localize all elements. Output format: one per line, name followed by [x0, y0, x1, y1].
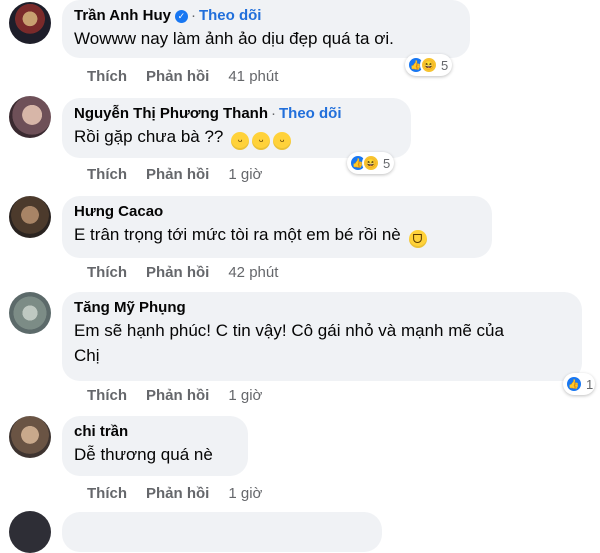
comment-text-line-1: Em sẽ hạnh phúc! C tin vậy! Cô gái nhỏ v…: [74, 321, 504, 340]
comment-actions: Thích Phản hồi 1 giờ: [87, 166, 262, 184]
grinning-face-emoji: ᵕ: [273, 132, 292, 150]
reply-button[interactable]: Phản hồi: [146, 166, 209, 183]
verified-badge-icon: ✓: [174, 10, 188, 23]
comment-actions: Thích Phản hồi 1 giờ: [87, 485, 262, 503]
reply-button[interactable]: Phản hồi: [146, 68, 209, 85]
commenter-name[interactable]: Trần Anh Huy: [74, 7, 171, 24]
like-button[interactable]: Thích: [87, 68, 127, 85]
comment-text: Dễ thương quá nè: [74, 445, 213, 464]
reaction-summary[interactable]: 👍 😆 5: [347, 152, 395, 174]
follow-button[interactable]: Theo dõi: [279, 105, 342, 122]
comment-bubble: [62, 512, 382, 552]
haha-reaction-icon: 😆: [420, 56, 438, 74]
comment-bubble: Trần Anh Huy ✓ · Theo dõi Wowww nay làm ảnh…: [62, 0, 470, 58]
comment-text: Wowww nay làm ảnh ảo dịu đẹp quá ta ơi.: [74, 29, 394, 48]
timestamp[interactable]: 1 giờ: [228, 485, 262, 502]
grinning-face-emoji: ᵕ: [252, 132, 271, 150]
reaction-count: 5: [441, 57, 449, 73]
timestamp[interactable]: 1 giờ: [228, 166, 262, 183]
comment-bubble: Hưng Cacao E trân trọng tới mức tòi ra m…: [62, 196, 492, 258]
like-button[interactable]: Thích: [87, 485, 127, 502]
comment-text: E trân trọng tới mức tòi ra một em bé rồ…: [74, 222, 480, 248]
reply-button[interactable]: Phản hồi: [146, 387, 209, 404]
reply-button[interactable]: Phản hồi: [146, 485, 209, 502]
laughing-face-emoji: ᗜ: [408, 230, 427, 248]
avatar[interactable]: [9, 416, 51, 458]
grinning-face-emoji: ᵕ: [231, 132, 250, 150]
commenter-name[interactable]: chi trần: [74, 423, 128, 440]
comment-text-line-2: Chị: [74, 346, 100, 365]
timestamp[interactable]: 42 phút: [228, 264, 278, 281]
commenter-name[interactable]: Nguyễn Thị Phương Thanh: [74, 105, 268, 122]
commenter-name[interactable]: Hưng Cacao: [74, 203, 163, 220]
comment-bubble: chi trần Dễ thương quá nè: [62, 416, 248, 476]
comment-actions: Thích Phản hồi 42 phút: [87, 264, 278, 282]
comment-text: Rồi gặp chưa bà ?? ᵕᵕᵕ: [74, 124, 399, 150]
comment-actions: Thích Phản hồi 1 giờ: [87, 387, 262, 405]
follow-button[interactable]: Theo dõi: [199, 7, 262, 24]
reply-button[interactable]: Phản hồi: [146, 264, 209, 281]
like-reaction-icon: 👍: [565, 375, 583, 393]
avatar[interactable]: [9, 292, 51, 334]
avatar[interactable]: [9, 196, 51, 238]
comment-bubble: Tăng Mỹ Phụng Em sẽ hạnh phúc! C tin vậy…: [62, 292, 582, 381]
avatar[interactable]: [9, 96, 51, 138]
like-button[interactable]: Thích: [87, 166, 127, 183]
timestamp[interactable]: 1 giờ: [228, 387, 262, 404]
like-button[interactable]: Thích: [87, 387, 127, 404]
reaction-count: 5: [383, 155, 391, 171]
comment-bubble: Nguyễn Thị Phương Thanh · Theo dõi Rồi gặp…: [62, 98, 411, 158]
avatar[interactable]: [9, 511, 51, 553]
timestamp[interactable]: 41 phút: [228, 68, 278, 85]
reaction-count: 1: [586, 376, 594, 392]
like-button[interactable]: Thích: [87, 264, 127, 281]
commenter-name[interactable]: Tăng Mỹ Phụng: [74, 299, 186, 316]
reaction-summary[interactable]: 👍 1: [563, 373, 596, 395]
haha-reaction-icon: 😆: [362, 154, 380, 172]
reaction-summary[interactable]: 👍 😆 5: [405, 54, 453, 76]
comment-actions: Thích Phản hồi 41 phút: [87, 68, 278, 86]
avatar[interactable]: [9, 2, 51, 44]
